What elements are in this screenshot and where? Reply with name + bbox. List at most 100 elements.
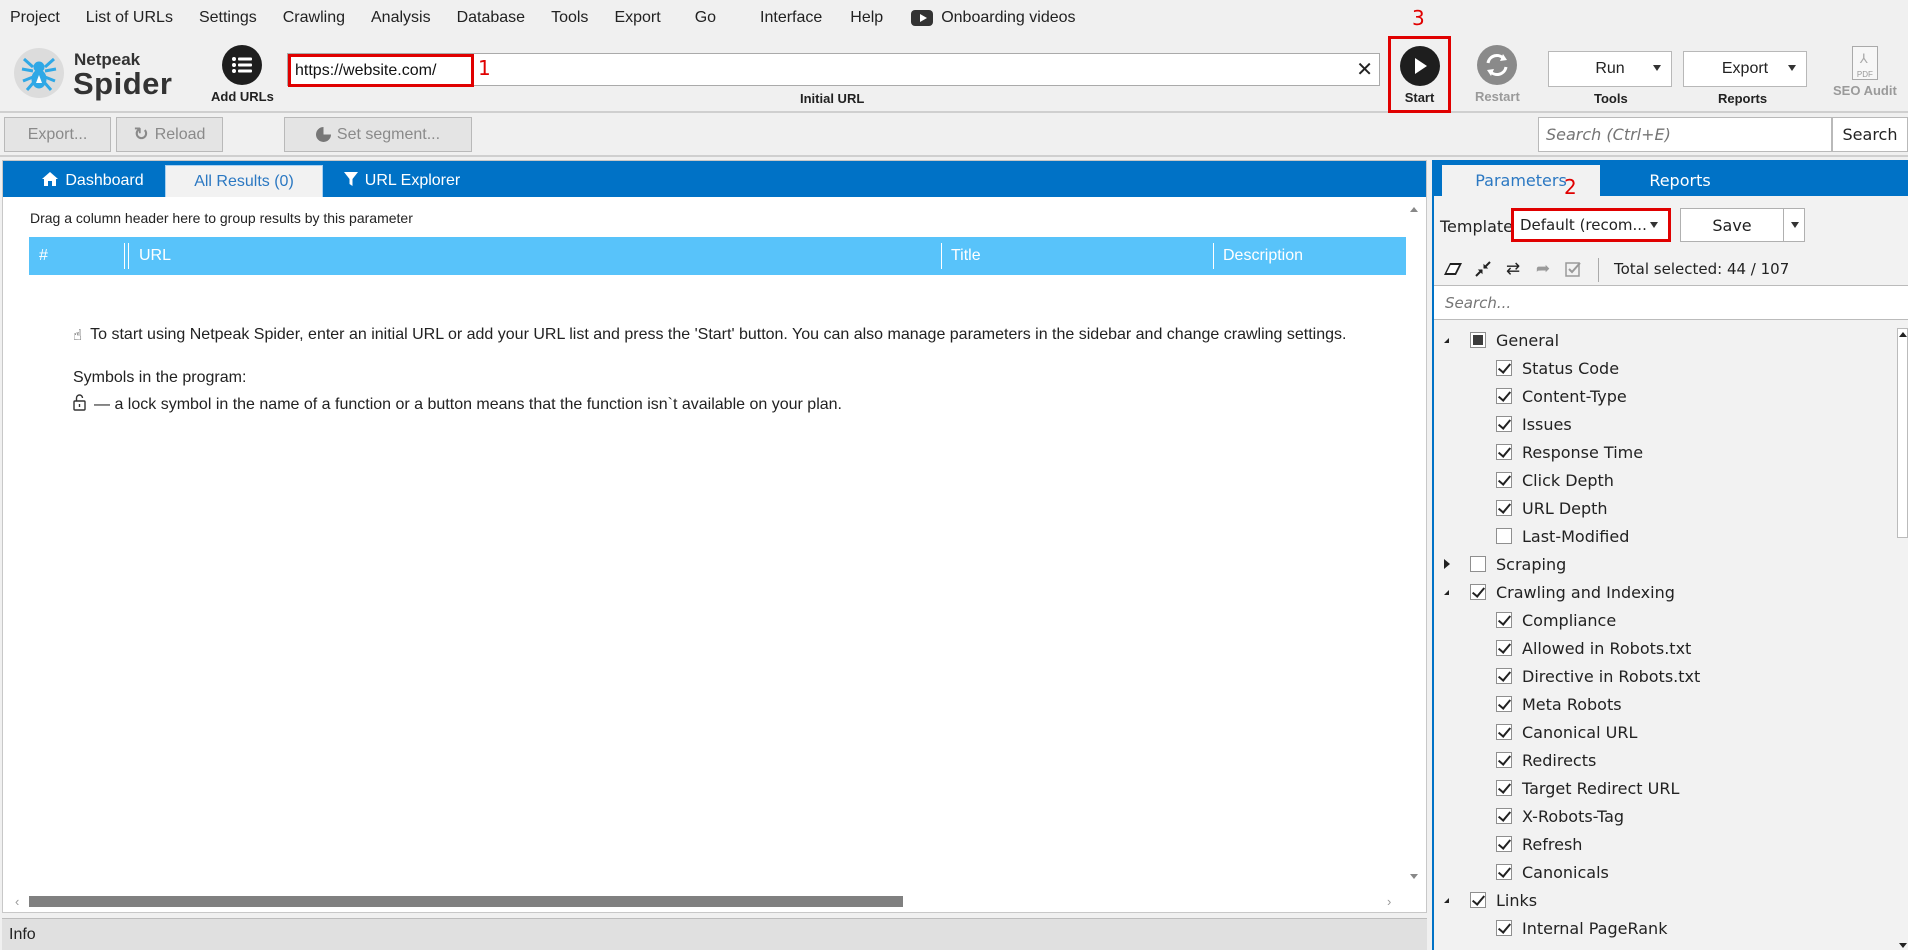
tree-scrollbar[interactable] [1897,328,1908,538]
parameter-item[interactable]: Last-Modified [1496,522,1629,550]
eraser-icon[interactable] [1442,258,1464,280]
parameter-item[interactable]: Directive in Robots.txt [1496,662,1700,690]
set-segment-button[interactable]: Set segment... [284,117,472,152]
parameter-item[interactable]: Allowed in Robots.txt [1496,634,1691,662]
select-all-icon[interactable] [1562,258,1584,280]
parameter-item[interactable]: Content-Type [1496,382,1627,410]
parameter-search-input[interactable] [1434,286,1908,320]
parameter-group[interactable]: Scraping [1444,550,1566,578]
parameter-item[interactable]: Response Time [1496,438,1643,466]
search-button[interactable]: Search [1832,117,1908,152]
parameter-group[interactable]: Links [1444,886,1537,914]
parameter-label: Click Depth [1522,470,1614,490]
checkbox[interactable] [1496,416,1512,432]
checkbox[interactable] [1496,640,1512,656]
parameter-group[interactable]: Crawling and Indexing [1444,578,1675,606]
collapse-icon[interactable] [1472,258,1494,280]
parameter-item[interactable]: Canonicals [1496,858,1609,886]
tab-reports[interactable]: Reports [1600,165,1760,196]
restart-button[interactable]: Restart [1475,45,1520,104]
checkbox[interactable] [1496,864,1512,880]
initial-url-input[interactable] [288,54,474,87]
tab-all-results[interactable]: All Results (0) [165,165,323,197]
checkbox[interactable] [1496,500,1512,516]
parameter-item[interactable]: Canonical URL [1496,718,1637,746]
run-dropdown[interactable]: Run [1548,51,1672,87]
checkbox[interactable] [1496,920,1512,936]
menu-project[interactable]: Project [10,9,60,27]
menu-interface[interactable]: Interface [760,9,822,27]
parameter-item[interactable]: Internal PageRank [1496,914,1667,942]
initial-url-field[interactable]: ✕ [287,53,1380,87]
scroll-down-arrow[interactable] [1410,874,1418,879]
menu-go[interactable]: Go [695,9,716,27]
collapse-arrow-icon[interactable] [1444,897,1449,903]
scroll-down-arrow[interactable] [1899,943,1907,948]
parameter-item[interactable]: Redirects [1496,746,1596,774]
scroll-left-arrow[interactable]: ‹ [15,894,19,909]
parameter-item[interactable]: URL Depth [1496,494,1608,522]
expand-arrow-icon[interactable] [1444,559,1450,569]
parameter-item[interactable]: Status Code [1496,354,1619,382]
checkbox[interactable] [1470,584,1486,600]
checkbox[interactable] [1496,808,1512,824]
parameter-item[interactable]: X-Robots-Tag [1496,802,1624,830]
parameter-item[interactable]: Target Redirect URL [1496,774,1679,802]
checkbox[interactable] [1496,388,1512,404]
scroll-up-arrow[interactable] [1899,332,1907,337]
export-dropdown[interactable]: Export [1683,51,1807,87]
seo-audit-button[interactable]: ⅄ PDF SEO Audit [1833,46,1897,98]
menu-settings[interactable]: Settings [199,9,257,27]
menu-help[interactable]: Help [850,9,883,27]
reload-button[interactable]: ↻ Reload [116,117,223,152]
clear-url-icon[interactable]: ✕ [1356,57,1373,82]
search-input[interactable] [1538,117,1832,152]
checkbox[interactable] [1496,724,1512,740]
checkbox[interactable] [1496,696,1512,712]
parameter-item[interactable]: Refresh [1496,830,1582,858]
parameter-item[interactable]: Compliance [1496,606,1616,634]
parameter-item[interactable]: Meta Robots [1496,690,1622,718]
parameter-item[interactable]: Click Depth [1496,466,1614,494]
checkbox[interactable] [1496,444,1512,460]
checkbox[interactable] [1496,752,1512,768]
checkbox[interactable] [1496,528,1512,544]
tab-url-explorer[interactable]: URL Explorer [337,165,467,197]
column-number[interactable]: # [29,237,125,275]
menu-crawling[interactable]: Crawling [283,9,345,27]
menu-analysis[interactable]: Analysis [371,9,431,27]
checkbox[interactable] [1470,332,1486,348]
collapse-arrow-icon[interactable] [1444,337,1449,343]
menu-database[interactable]: Database [457,9,526,27]
export-results-button[interactable]: Export... [4,117,111,152]
column-description[interactable]: Description [1213,237,1406,275]
column-title[interactable]: Title [941,237,1213,275]
template-dropdown[interactable]: Default (recom... [1511,208,1671,242]
scroll-right-arrow[interactable]: › [1387,894,1391,909]
redo-icon[interactable]: ➦ [1532,258,1554,280]
tab-dashboard[interactable]: Dashboard [33,165,153,197]
save-template-button[interactable]: Save [1680,208,1784,242]
parameter-group[interactable]: General [1444,326,1559,354]
checkbox[interactable] [1470,556,1486,572]
checkbox[interactable] [1496,360,1512,376]
save-options-dropdown[interactable] [1783,208,1805,242]
checkbox[interactable] [1496,668,1512,684]
collapse-arrow-icon[interactable] [1444,589,1449,595]
checkbox[interactable] [1470,892,1486,908]
parameter-item[interactable]: Issues [1496,410,1572,438]
checkbox[interactable] [1496,780,1512,796]
checkbox[interactable] [1496,472,1512,488]
add-urls-button[interactable]: Add URLs [211,45,274,104]
checkbox[interactable] [1496,836,1512,852]
start-button[interactable]: Start [1388,36,1451,113]
column-url[interactable]: URL [129,237,939,275]
scroll-up-arrow[interactable] [1410,207,1418,212]
menu-export[interactable]: Export [614,9,660,27]
menu-tools[interactable]: Tools [551,9,588,27]
menu-list-of-urls[interactable]: List of URLs [86,9,173,27]
checkbox[interactable] [1496,612,1512,628]
menu-onboarding-videos[interactable]: Onboarding videos [911,9,1076,27]
horizontal-scrollbar[interactable] [29,896,903,907]
swap-icon[interactable]: ⇄ [1502,258,1524,280]
